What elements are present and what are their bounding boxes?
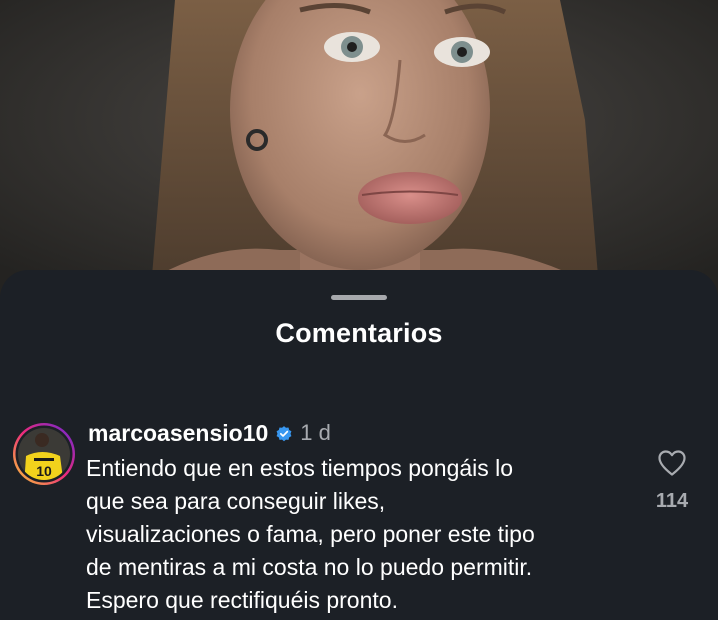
- comment-text-line: que sea para conseguir likes,: [86, 488, 386, 514]
- comment-text-line: de mentiras a mi costa no lo puedo permi…: [86, 554, 533, 580]
- like-count: 114: [655, 490, 689, 512]
- comment-header: marcoasensio10 1 d: [88, 418, 331, 448]
- verified-badge-icon: [276, 426, 292, 442]
- sheet-title: Comentarios: [275, 318, 443, 348]
- comment-text-line: visualizaciones o fama, pero poner este …: [86, 521, 535, 547]
- comment-username[interactable]: marcoasensio10: [88, 420, 268, 447]
- comment-timestamp: 1 d: [300, 420, 331, 445]
- comment-text-line: Entiendo que en estos tiempos pongáis lo: [86, 455, 514, 481]
- avatar-jersey-number: 10: [36, 463, 52, 479]
- video-thumbnail: [0, 0, 718, 300]
- like-button[interactable]: [657, 449, 687, 477]
- video-frame[interactable]: [0, 0, 718, 300]
- comment-text-line: Espero que rectifiquéis pronto.: [86, 587, 398, 613]
- comment-text: Entiendo que en estos tiempos pongáis lo…: [86, 452, 646, 617]
- avatar[interactable]: 10: [12, 422, 76, 486]
- sheet-drag-handle[interactable]: [331, 295, 387, 300]
- heart-outline-icon: [658, 450, 686, 476]
